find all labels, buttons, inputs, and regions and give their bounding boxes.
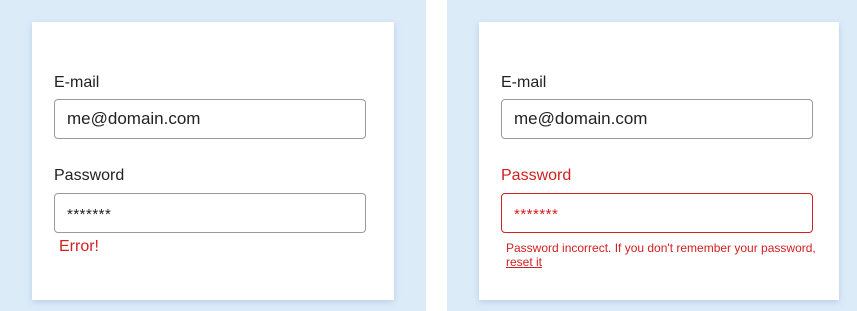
left-example-panel: E-mail me@domain.com Password ******* Er… xyxy=(0,0,426,311)
email-value: me@domain.com xyxy=(514,109,648,128)
email-value: me@domain.com xyxy=(67,109,201,128)
password-field-error[interactable]: ******* xyxy=(501,193,813,233)
email-field[interactable]: me@domain.com xyxy=(54,99,366,139)
password-value: ******* xyxy=(514,206,559,223)
password-label: Password xyxy=(54,167,125,184)
login-card-helpful-error: E-mail me@domain.com Password ******* Pa… xyxy=(479,22,839,300)
reset-password-link[interactable]: reset it xyxy=(506,255,542,269)
error-message: Password incorrect. If you don't remembe… xyxy=(506,241,826,269)
email-field[interactable]: me@domain.com xyxy=(501,99,813,139)
error-message: Error! xyxy=(59,238,99,255)
password-label: Password xyxy=(501,167,572,184)
email-label: E-mail xyxy=(54,74,100,91)
right-example-panel: E-mail me@domain.com Password ******* Pa… xyxy=(447,0,857,311)
email-label: E-mail xyxy=(501,74,547,91)
password-field[interactable]: ******* xyxy=(54,193,366,233)
error-message-text: Password incorrect. If you don't remembe… xyxy=(506,241,816,255)
password-value: ******* xyxy=(67,206,112,223)
login-card-generic-error: E-mail me@domain.com Password ******* Er… xyxy=(32,22,394,300)
